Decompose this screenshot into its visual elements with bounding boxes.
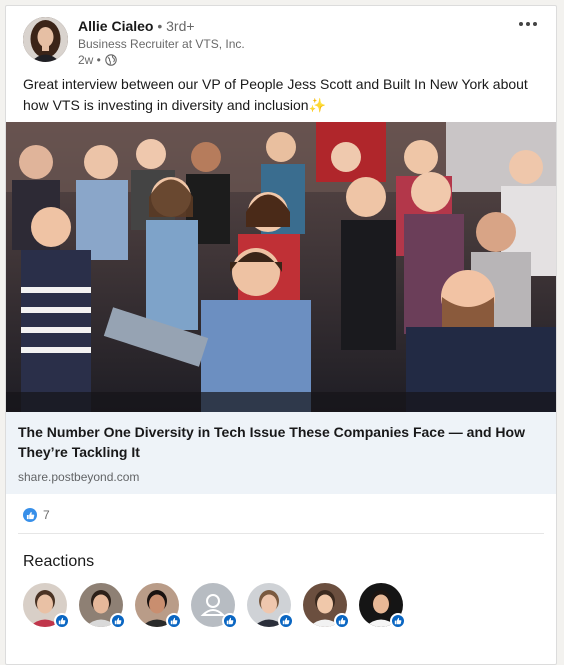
- reaction-count-value: 7: [43, 508, 50, 522]
- post-text-content: Great interview between our VP of People…: [23, 76, 528, 113]
- reactor-avatar[interactable]: [303, 583, 350, 629]
- like-badge-icon: [222, 613, 238, 629]
- reaction-count[interactable]: 7: [23, 508, 50, 522]
- reactor-avatar[interactable]: [23, 583, 70, 629]
- reactions-heading: Reactions: [23, 553, 95, 570]
- sparkles-emoji: ✨: [308, 97, 327, 113]
- author-line: Allie Cialeo • 3rd+: [78, 17, 195, 35]
- more-horizontal-icon: [519, 22, 523, 26]
- more-dot: [526, 22, 530, 26]
- like-badge-icon: [278, 613, 294, 629]
- like-badge-icon: [110, 613, 126, 629]
- link-preview[interactable]: The Number One Diversity in Tech Issue T…: [6, 122, 556, 494]
- like-icon: [23, 508, 37, 522]
- like-badge-icon: [54, 613, 70, 629]
- reactor-avatar[interactable]: [191, 583, 238, 629]
- link-preview-image[interactable]: [6, 122, 556, 412]
- feed-post-card: Allie Cialeo • 3rd+ Business Recruiter a…: [5, 5, 557, 665]
- connection-degree: • 3rd+: [153, 18, 195, 34]
- link-preview-meta[interactable]: The Number One Diversity in Tech Issue T…: [6, 412, 556, 494]
- post-timestamp-row: 2w •: [78, 52, 117, 68]
- more-options-button[interactable]: [514, 16, 542, 32]
- like-badge-icon: [390, 613, 406, 629]
- reactor-avatar[interactable]: [79, 583, 126, 629]
- link-source: share.postbeyond.com: [18, 470, 140, 484]
- author-avatar[interactable]: [23, 17, 68, 62]
- link-title[interactable]: The Number One Diversity in Tech Issue T…: [18, 422, 538, 462]
- group-photo: [6, 122, 556, 412]
- like-thumb-glyph: [26, 511, 34, 519]
- reactor-avatar[interactable]: [135, 583, 182, 629]
- like-badge-icon: [334, 613, 350, 629]
- author-headline: Business Recruiter at VTS, Inc.: [78, 37, 245, 51]
- more-dot: [533, 22, 537, 26]
- like-badge-icon: [166, 613, 182, 629]
- author-name[interactable]: Allie Cialeo: [78, 18, 153, 34]
- post-text: Great interview between our VP of People…: [23, 74, 543, 116]
- post-time: 2w •: [78, 53, 101, 67]
- reactor-avatar[interactable]: [359, 583, 406, 629]
- reactor-avatar[interactable]: [247, 583, 294, 629]
- globe-icon: [105, 54, 117, 66]
- divider: [18, 533, 544, 534]
- author-photo: [23, 17, 68, 62]
